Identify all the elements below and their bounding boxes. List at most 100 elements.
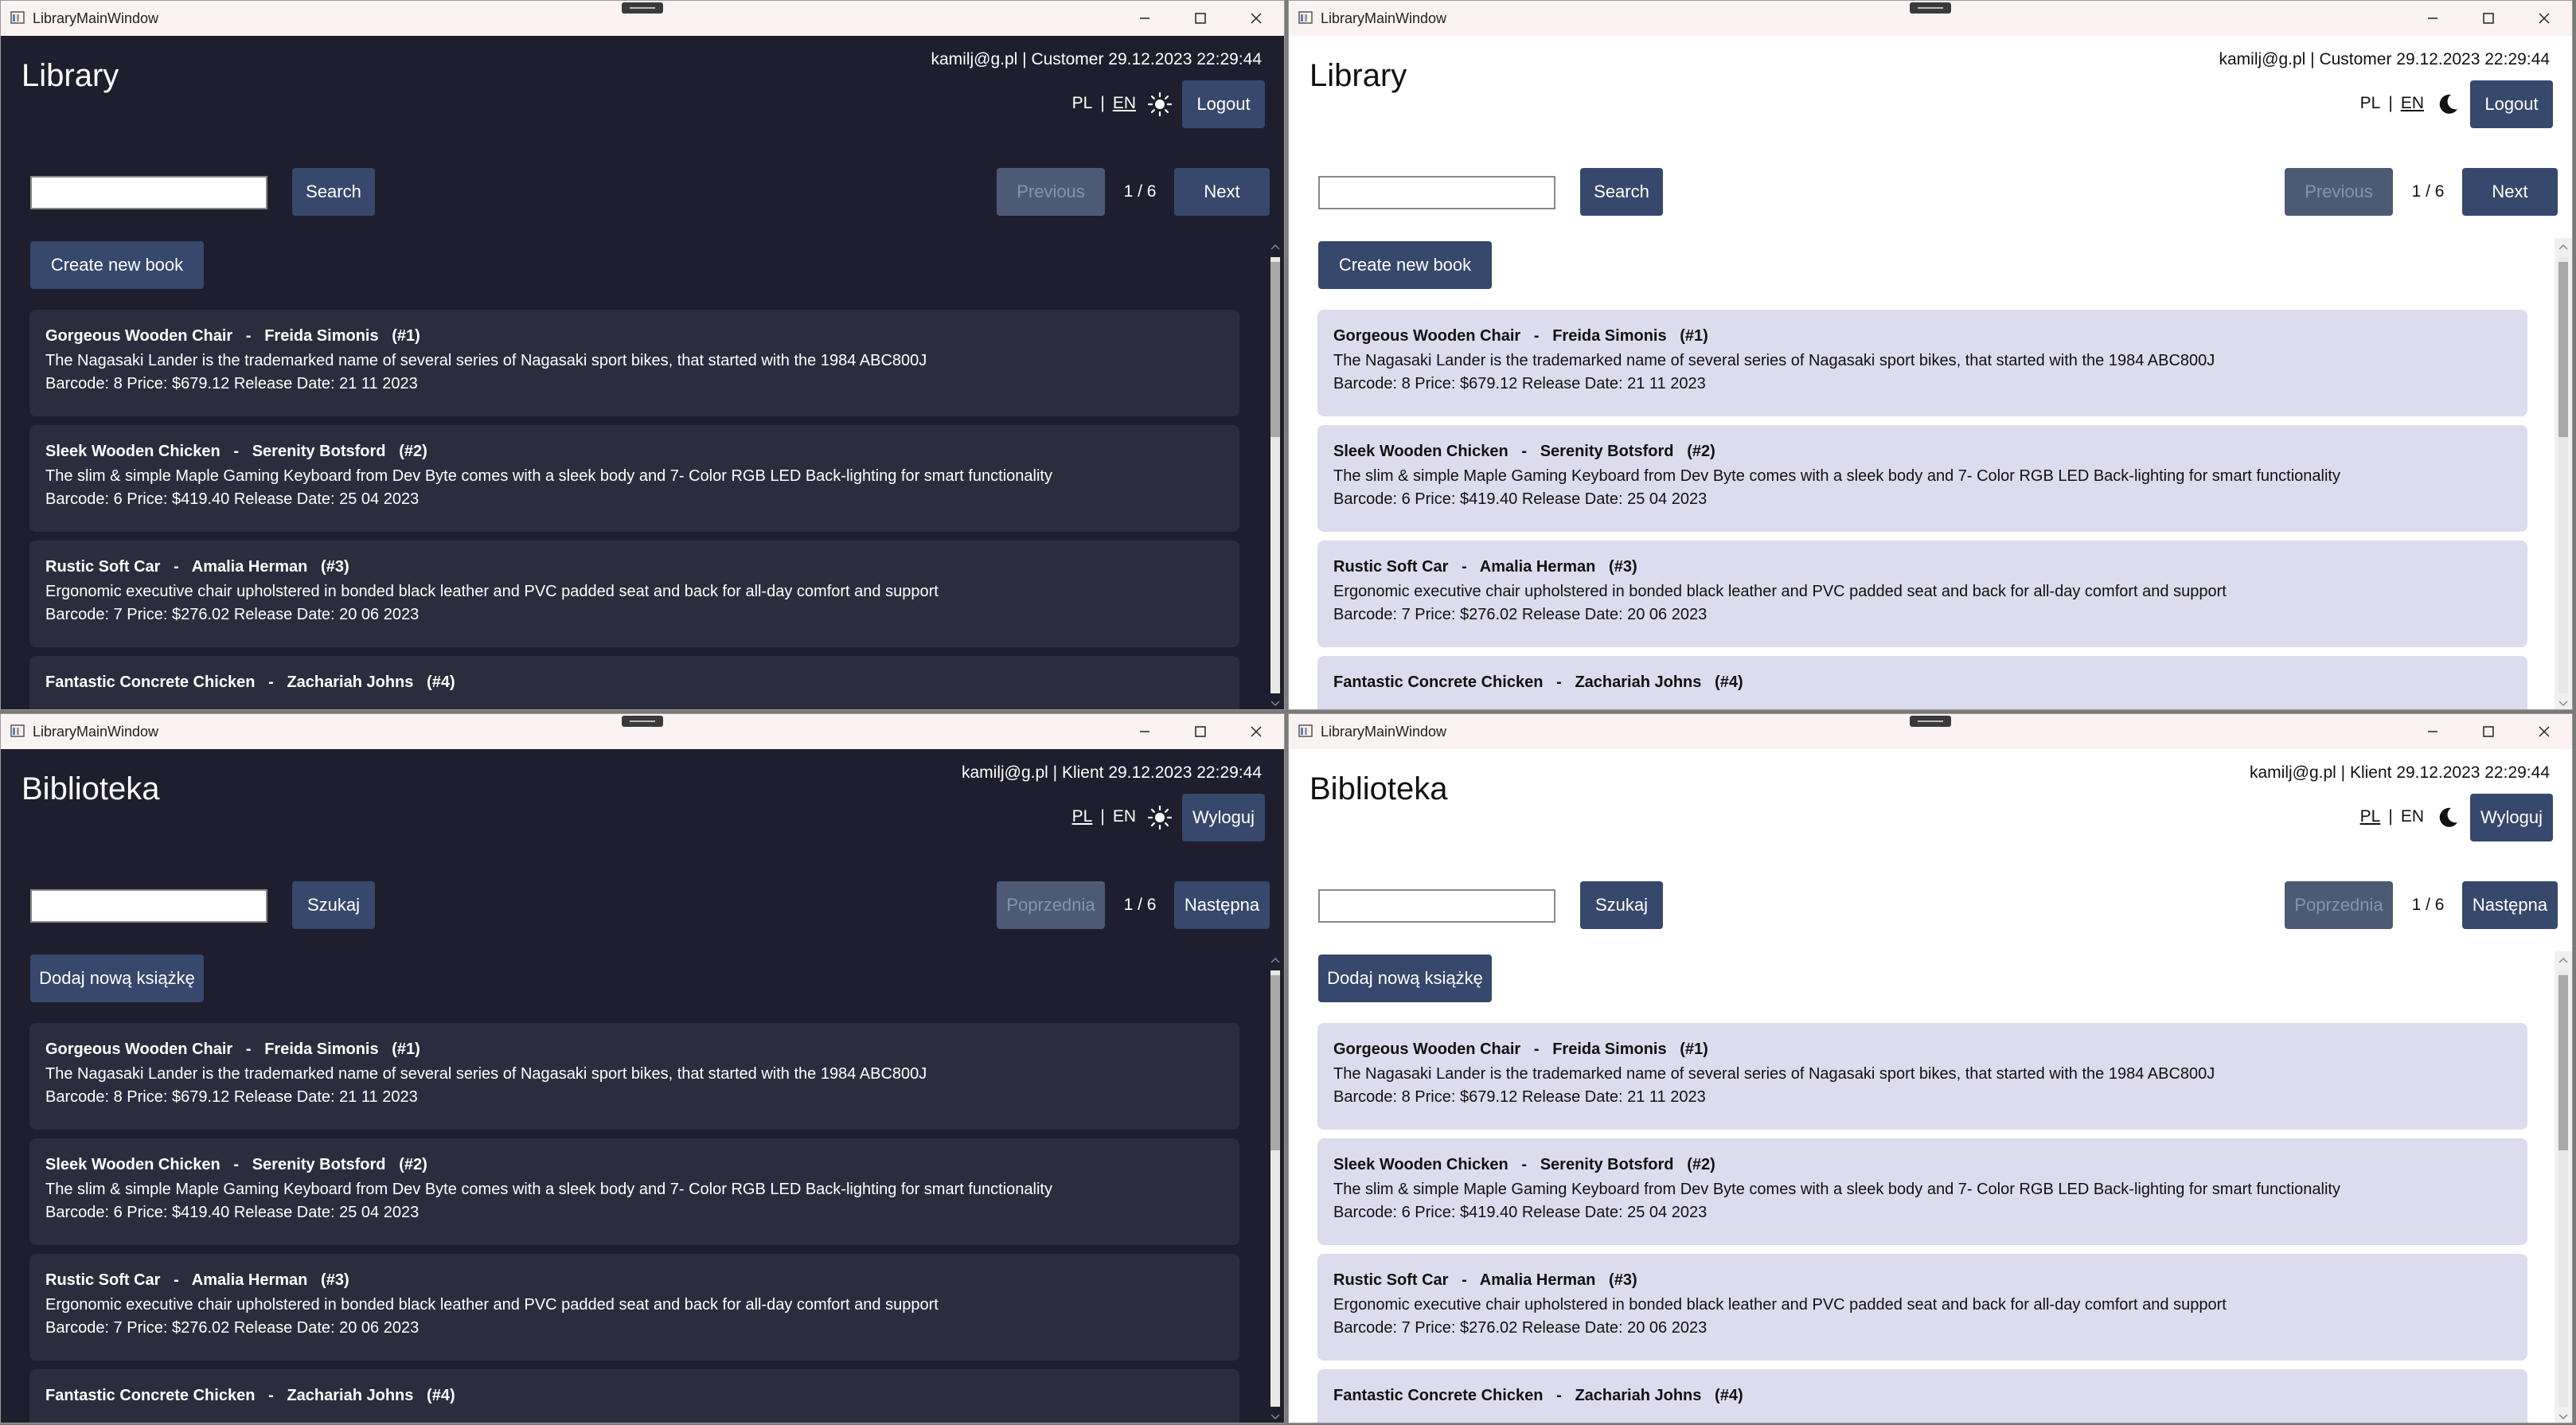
close-button[interactable] [2516, 1, 2572, 36]
lang-pl-link[interactable]: PL [2360, 94, 2381, 113]
search-button[interactable]: Szukaj [1580, 881, 1663, 929]
logout-button[interactable]: Logout [2470, 80, 2553, 128]
scroll-up-arrow[interactable] [1267, 238, 1284, 256]
logout-button[interactable]: Wyloguj [1182, 794, 1265, 841]
list-item[interactable]: Gorgeous Wooden Chair - Freida Simonis (… [29, 310, 1239, 416]
search-button[interactable]: Search [1580, 168, 1663, 216]
scrollbar[interactable] [2555, 238, 2572, 709]
title-bar[interactable]: LibraryMainWindow [1, 714, 1284, 749]
theme-toggle[interactable] [1147, 805, 1173, 830]
create-book-button[interactable]: Create new book [30, 241, 204, 289]
snap-grip[interactable] [622, 716, 663, 727]
lang-en-link[interactable]: EN [2401, 94, 2424, 113]
title-bar[interactable]: LibraryMainWindow [1, 1, 1284, 36]
book-title: Sleek Wooden Chicken [45, 1156, 221, 1173]
list-item[interactable]: Sleek Wooden Chicken - Serenity Botsford… [29, 425, 1239, 532]
theme-toggle[interactable] [1147, 92, 1173, 117]
scroll-up-arrow[interactable] [2555, 238, 2572, 256]
logout-button[interactable]: Wyloguj [2470, 794, 2553, 841]
previous-page-button[interactable]: Poprzednia [997, 881, 1105, 929]
search-input[interactable] [30, 889, 267, 923]
scroll-down-arrow[interactable] [1267, 1408, 1284, 1423]
list-item[interactable]: Gorgeous Wooden Chair - Freida Simonis (… [29, 1023, 1239, 1130]
scrollbar[interactable] [1267, 951, 1284, 1423]
title-bar[interactable]: LibraryMainWindow [1289, 1, 2572, 36]
previous-page-button[interactable]: Poprzednia [2285, 881, 2393, 929]
previous-page-button[interactable]: Previous [2285, 168, 2393, 216]
list-item[interactable]: Fantastic Concrete Chicken - Zachariah J… [1317, 1369, 2527, 1423]
maximize-button[interactable] [2461, 1, 2516, 36]
scroll-up-arrow[interactable] [1267, 951, 1284, 969]
close-button[interactable] [1228, 714, 1284, 749]
next-page-button[interactable]: Next [2462, 168, 2558, 216]
library-main-window: LibraryMainWindow Library kamilj@g.pl | … [0, 0, 1285, 710]
list-item[interactable]: Rustic Soft Car - Amalia Herman (#3) Erg… [1317, 1254, 2527, 1361]
next-page-button[interactable]: Następna [2462, 881, 2558, 929]
scroll-thumb[interactable] [2558, 262, 2568, 437]
previous-page-button[interactable]: Previous [997, 168, 1105, 216]
list-item[interactable]: Gorgeous Wooden Chair - Freida Simonis (… [1317, 310, 2527, 416]
minimize-button[interactable] [1117, 1, 1173, 36]
maximize-button[interactable] [2461, 714, 2516, 749]
minimize-button[interactable] [2405, 1, 2461, 36]
scrollbar[interactable] [1267, 238, 1284, 709]
theme-toggle[interactable] [2435, 805, 2461, 830]
list-item[interactable]: Rustic Soft Car - Amalia Herman (#3) Erg… [29, 541, 1239, 647]
list-item[interactable]: Fantastic Concrete Chicken - Zachariah J… [1317, 656, 2527, 709]
list-item[interactable]: Gorgeous Wooden Chair - Freida Simonis (… [1317, 1023, 2527, 1130]
lang-en-link[interactable]: EN [2401, 807, 2424, 826]
scroll-down-arrow[interactable] [2555, 695, 2572, 709]
lang-pl-link[interactable]: PL [2360, 807, 2381, 826]
scroll-thumb[interactable] [1270, 262, 1280, 437]
maximize-button[interactable] [1173, 1, 1228, 36]
create-book-button[interactable]: Dodaj nową książkę [1318, 955, 1492, 1002]
close-button[interactable] [1228, 1, 1284, 36]
search-input[interactable] [1318, 176, 1555, 209]
lang-pl-link[interactable]: PL [1072, 807, 1093, 826]
scroll-thumb[interactable] [1270, 975, 1280, 1150]
scroll-thumb[interactable] [2558, 975, 2568, 1150]
next-page-button[interactable]: Następna [1174, 881, 1270, 929]
snap-grip[interactable] [1910, 2, 1951, 14]
book-meta: Barcode: 7 Price: $276.02 Release Date: … [45, 606, 420, 623]
search-input[interactable] [30, 176, 267, 209]
book-author: Serenity Botsford [1540, 443, 1674, 460]
snap-grip[interactable] [1910, 716, 1951, 727]
search-button[interactable]: Szukaj [292, 881, 375, 929]
language-switcher: PL | EN [2360, 94, 2424, 113]
search-input[interactable] [1318, 889, 1555, 923]
create-book-button[interactable]: Create new book [1318, 241, 1492, 289]
minimize-button[interactable] [2405, 714, 2461, 749]
minimize-button[interactable] [1117, 714, 1173, 749]
list-item[interactable]: Rustic Soft Car - Amalia Herman (#3) Erg… [29, 1254, 1239, 1361]
snap-grip[interactable] [622, 2, 663, 14]
book-title: Sleek Wooden Chicken [45, 443, 221, 460]
create-book-button[interactable]: Dodaj nową książkę [30, 955, 204, 1002]
list-item[interactable]: Rustic Soft Car - Amalia Herman (#3) Erg… [1317, 541, 2527, 647]
window-title: LibraryMainWindow [1321, 724, 1447, 740]
list-item[interactable]: Sleek Wooden Chicken - Serenity Botsford… [1317, 425, 2527, 532]
list-item[interactable]: Fantastic Concrete Chicken - Zachariah J… [29, 656, 1239, 709]
logout-button[interactable]: Logout [1182, 80, 1265, 128]
page-title: Library [1309, 58, 1407, 93]
maximize-button[interactable] [1173, 714, 1228, 749]
scroll-down-arrow[interactable] [1267, 695, 1284, 709]
scroll-up-arrow[interactable] [2555, 951, 2572, 969]
lang-en-link[interactable]: EN [1113, 94, 1136, 113]
lang-en-link[interactable]: EN [1113, 807, 1136, 826]
scrollbar[interactable] [2555, 951, 2572, 1423]
list-item[interactable]: Sleek Wooden Chicken - Serenity Botsford… [29, 1138, 1239, 1245]
book-heading: Sleek Wooden Chicken - Serenity Botsford… [45, 1156, 1224, 1174]
scroll-down-arrow[interactable] [2555, 1408, 2572, 1423]
book-heading: Sleek Wooden Chicken - Serenity Botsford… [1333, 1156, 2512, 1174]
lang-pl-link[interactable]: PL [1072, 94, 1093, 113]
moon-icon [2439, 94, 2457, 114]
next-page-button[interactable]: Next [1174, 168, 1270, 216]
search-button[interactable]: Search [292, 168, 375, 216]
title-bar[interactable]: LibraryMainWindow [1289, 714, 2572, 749]
close-button[interactable] [2516, 714, 2572, 749]
list-item[interactable]: Sleek Wooden Chicken - Serenity Botsford… [1317, 1138, 2527, 1245]
theme-toggle[interactable] [2435, 92, 2461, 117]
list-item[interactable]: Fantastic Concrete Chicken - Zachariah J… [29, 1369, 1239, 1423]
book-meta: Barcode: 8 Price: $679.12 Release Date: … [1333, 375, 1706, 392]
